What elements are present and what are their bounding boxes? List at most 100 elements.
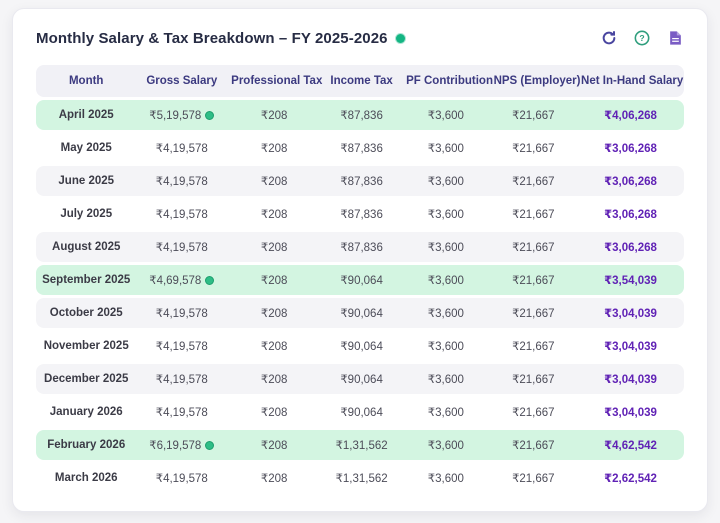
professional-tax-cell: ₹208 [227,100,321,130]
professional-tax-cell: ₹208 [227,331,321,361]
gross-salary-cell: ₹4,19,578 [136,298,227,328]
gross-salary-cell: ₹4,19,578 [136,133,227,163]
nps-employer-cell: ₹21,667 [490,166,577,196]
nps-employer-cell: ₹21,667 [490,232,577,262]
income-tax-cell: ₹1,31,562 [321,430,402,460]
pf-contribution-cell: ₹3,600 [402,430,489,460]
card-header: Monthly Salary & Tax Breakdown – FY 2025… [36,29,684,47]
month-cell: September 2025 [36,265,136,295]
column-header: Month [36,65,136,97]
help-button[interactable]: ? [633,29,651,47]
gross-salary-cell: ₹4,19,578 [136,463,227,493]
net-in-hand-cell: ₹3,04,039 [577,298,684,328]
net-in-hand-cell: ₹3,54,039 [577,265,684,295]
help-circle-icon: ? [634,30,650,46]
nps-employer-cell: ₹21,667 [490,430,577,460]
net-in-hand-cell: ₹4,62,542 [577,430,684,460]
month-cell: October 2025 [36,298,136,328]
title-wrap: Monthly Salary & Tax Breakdown – FY 2025… [36,30,405,47]
month-cell: December 2025 [36,364,136,394]
gross-salary-cell: ₹4,19,578 [136,331,227,361]
professional-tax-cell: ₹208 [227,133,321,163]
income-tax-cell: ₹87,836 [321,133,402,163]
income-tax-cell: ₹87,836 [321,232,402,262]
table-row: January 2026 ₹4,19,578 ₹208 ₹90,064 ₹3,6… [36,397,684,427]
nps-employer-cell: ₹21,667 [490,397,577,427]
net-in-hand-cell: ₹3,04,039 [577,331,684,361]
document-icon [668,30,683,46]
nps-employer-cell: ₹21,667 [490,265,577,295]
table-row: June 2025 ₹4,19,578 ₹208 ₹87,836 ₹3,600 … [36,166,684,196]
nps-employer-cell: ₹21,667 [490,364,577,394]
professional-tax-cell: ₹208 [227,199,321,229]
professional-tax-cell: ₹208 [227,397,321,427]
month-cell: August 2025 [36,232,136,262]
pf-contribution-cell: ₹3,600 [402,265,489,295]
table-row: March 2026 ₹4,19,578 ₹208 ₹1,31,562 ₹3,6… [36,463,684,493]
professional-tax-cell: ₹208 [227,364,321,394]
live-status-icon [396,34,405,43]
gross-salary-cell: ₹5,19,578 [136,100,227,130]
pf-contribution-cell: ₹3,600 [402,298,489,328]
month-cell: July 2025 [36,199,136,229]
professional-tax-cell: ₹208 [227,463,321,493]
column-header: Professional Tax [227,65,321,97]
table-row: October 2025 ₹4,19,578 ₹208 ₹90,064 ₹3,6… [36,298,684,328]
income-tax-cell: ₹90,064 [321,265,402,295]
column-header: Gross Salary [136,65,227,97]
pf-contribution-cell: ₹3,600 [402,463,489,493]
income-tax-cell: ₹90,064 [321,298,402,328]
pf-contribution-cell: ₹3,600 [402,397,489,427]
table-row: August 2025 ₹4,19,578 ₹208 ₹87,836 ₹3,60… [36,232,684,262]
document-button[interactable] [666,29,684,47]
net-in-hand-cell: ₹3,06,268 [577,232,684,262]
gross-salary-cell: ₹4,69,578 [136,265,227,295]
increment-dot-icon[interactable] [205,441,214,450]
table-row: December 2025 ₹4,19,578 ₹208 ₹90,064 ₹3,… [36,364,684,394]
net-in-hand-cell: ₹2,62,542 [577,463,684,493]
income-tax-cell: ₹87,836 [321,100,402,130]
table-body: April 2025 ₹5,19,578 ₹208 ₹87,836 ₹3,600… [36,100,684,493]
income-tax-cell: ₹90,064 [321,331,402,361]
month-cell: March 2026 [36,463,136,493]
month-cell: April 2025 [36,100,136,130]
net-in-hand-cell: ₹4,06,268 [577,100,684,130]
table-row: May 2025 ₹4,19,578 ₹208 ₹87,836 ₹3,600 ₹… [36,133,684,163]
svg-text:?: ? [639,33,644,43]
month-cell: June 2025 [36,166,136,196]
salary-breakdown-card: Monthly Salary & Tax Breakdown – FY 2025… [12,8,708,512]
increment-dot-icon[interactable] [205,276,214,285]
gross-salary-cell: ₹4,19,578 [136,232,227,262]
month-cell: February 2026 [36,430,136,460]
table-row: February 2026 ₹6,19,578 ₹208 ₹1,31,562 ₹… [36,430,684,460]
income-tax-cell: ₹87,836 [321,166,402,196]
nps-employer-cell: ₹21,667 [490,133,577,163]
professional-tax-cell: ₹208 [227,232,321,262]
refresh-button[interactable] [600,29,618,47]
pf-contribution-cell: ₹3,600 [402,199,489,229]
gross-salary-cell: ₹6,19,578 [136,430,227,460]
table-row: September 2025 ₹4,69,578 ₹208 ₹90,064 ₹3… [36,265,684,295]
nps-employer-cell: ₹21,667 [490,100,577,130]
income-tax-cell: ₹87,836 [321,199,402,229]
nps-employer-cell: ₹21,667 [490,298,577,328]
professional-tax-cell: ₹208 [227,265,321,295]
salary-table: MonthGross SalaryProfessional TaxIncome … [36,62,684,496]
professional-tax-cell: ₹208 [227,430,321,460]
increment-dot-icon[interactable] [205,111,214,120]
nps-employer-cell: ₹21,667 [490,463,577,493]
month-cell: January 2026 [36,397,136,427]
pf-contribution-cell: ₹3,600 [402,166,489,196]
professional-tax-cell: ₹208 [227,298,321,328]
income-tax-cell: ₹90,064 [321,364,402,394]
page-title: Monthly Salary & Tax Breakdown – FY 2025… [36,30,388,47]
column-header: Net In-Hand Salary [577,65,684,97]
net-in-hand-cell: ₹3,06,268 [577,166,684,196]
gross-salary-cell: ₹4,19,578 [136,364,227,394]
income-tax-cell: ₹1,31,562 [321,463,402,493]
net-in-hand-cell: ₹3,04,039 [577,397,684,427]
column-header: PF Contribution [402,65,489,97]
refresh-icon [601,30,617,46]
pf-contribution-cell: ₹3,600 [402,364,489,394]
pf-contribution-cell: ₹3,600 [402,232,489,262]
